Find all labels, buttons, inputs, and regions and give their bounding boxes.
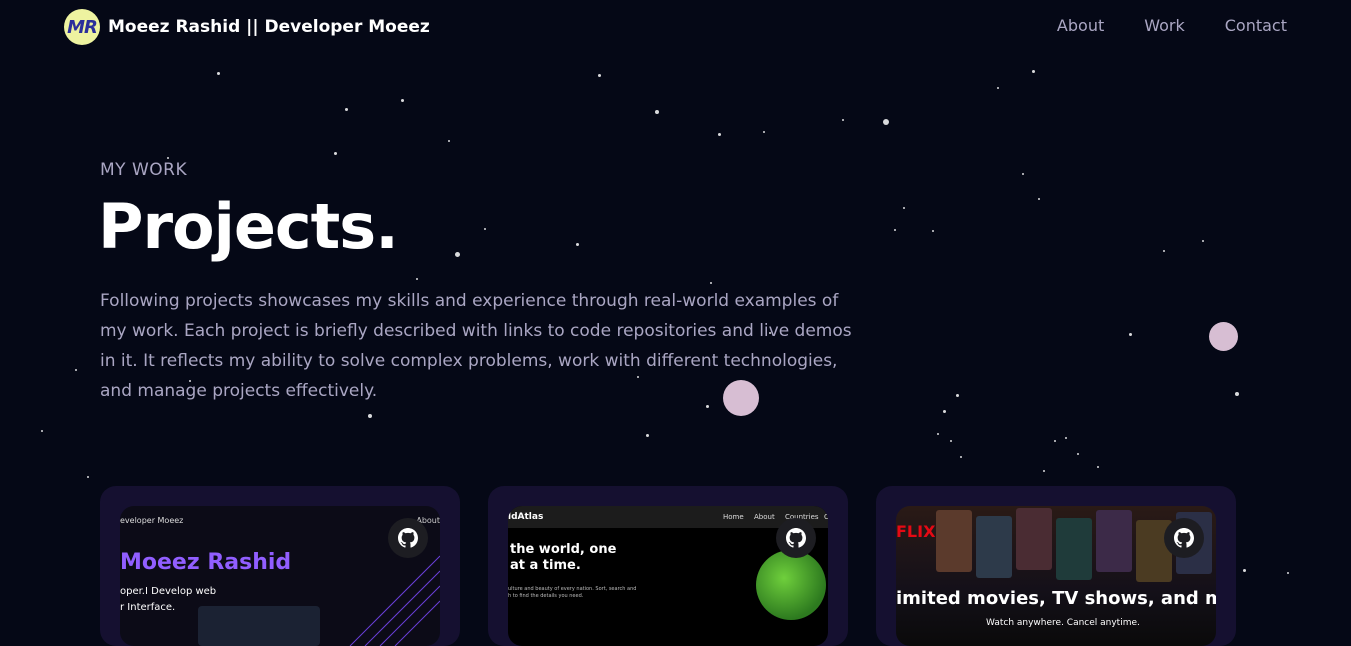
star-dot bbox=[842, 119, 844, 121]
section-title: Projects. bbox=[98, 190, 399, 263]
star-dot bbox=[75, 369, 77, 371]
section-kicker: MY WORK bbox=[100, 160, 188, 180]
preview-brand: ldAtlas bbox=[508, 512, 544, 522]
star-dot bbox=[960, 456, 962, 458]
star-dot bbox=[1054, 440, 1056, 442]
star-dot bbox=[1202, 240, 1204, 242]
preview-logo: FLIX bbox=[896, 522, 936, 541]
star-dot bbox=[763, 131, 765, 133]
nav-links: About Work Contact bbox=[1057, 16, 1287, 35]
star-dot bbox=[883, 119, 889, 125]
preview-subline: Watch anywhere. Cancel anytime. bbox=[986, 618, 1140, 628]
navbar: MR Moeez Rashid || Developer Moeez About… bbox=[0, 0, 1351, 56]
preview-poster-tile bbox=[976, 516, 1012, 578]
star-dot bbox=[1243, 569, 1246, 572]
star-dot bbox=[943, 410, 946, 413]
section-description: Following projects showcases my skills a… bbox=[100, 291, 852, 401]
brand-link[interactable]: MR Moeez Rashid || Developer Moeez bbox=[64, 9, 430, 45]
preview-menu-item: C bbox=[824, 513, 828, 521]
star-dot bbox=[655, 110, 659, 114]
project-preview-image: eveloper Moeez About Moeez Rashid oper.I… bbox=[120, 506, 440, 646]
star-dot bbox=[1129, 333, 1132, 336]
star-dot bbox=[997, 87, 999, 89]
star-dot bbox=[598, 74, 601, 77]
preview-headline: the world, one bbox=[510, 542, 617, 557]
github-icon bbox=[398, 528, 418, 548]
project-card[interactable]: FLIX imited movies, TV shows, and m Watc… bbox=[876, 486, 1236, 646]
nav-link-work[interactable]: Work bbox=[1144, 16, 1185, 35]
star-dot bbox=[217, 72, 220, 75]
github-icon bbox=[1174, 528, 1194, 548]
star-dot bbox=[416, 278, 418, 280]
github-link-button[interactable] bbox=[388, 518, 428, 558]
star-dot bbox=[345, 108, 348, 111]
star-dot bbox=[368, 414, 372, 418]
project-card[interactable]: eveloper Moeez About Moeez Rashid oper.I… bbox=[100, 486, 460, 646]
nav-link-contact[interactable]: Contact bbox=[1225, 16, 1287, 35]
star-dot bbox=[718, 133, 721, 136]
star-dot bbox=[1077, 453, 1079, 455]
preview-brand: eveloper Moeez bbox=[120, 516, 184, 525]
star-dot bbox=[1163, 250, 1165, 252]
project-preview-image: ldAtlas Home About Countries C the world… bbox=[508, 506, 828, 646]
project-card[interactable]: ldAtlas Home About Countries C the world… bbox=[488, 486, 848, 646]
preview-code-block bbox=[198, 606, 320, 646]
preview-menu-item: Home bbox=[723, 513, 744, 521]
preview-headline: at a time. bbox=[510, 558, 581, 573]
star-dot bbox=[950, 440, 952, 442]
preview-line: oper.I Develop web bbox=[120, 586, 217, 597]
star-dot bbox=[87, 476, 89, 478]
star-dot bbox=[932, 230, 934, 232]
preview-globe-graphic bbox=[756, 550, 826, 620]
star-dot bbox=[1032, 70, 1035, 73]
star-dot bbox=[1065, 437, 1067, 439]
star-dot bbox=[448, 140, 450, 142]
preview-headline: imited movies, TV shows, and m bbox=[896, 588, 1216, 609]
github-link-button[interactable] bbox=[776, 518, 816, 558]
star-dot bbox=[1097, 466, 1099, 468]
star-dot bbox=[1287, 572, 1289, 574]
preview-poster-tile bbox=[1096, 510, 1132, 572]
nav-link-about[interactable]: About bbox=[1057, 16, 1104, 35]
star-dot bbox=[903, 207, 905, 209]
github-icon bbox=[786, 528, 806, 548]
star-dot bbox=[956, 394, 959, 397]
star-dot bbox=[894, 229, 896, 231]
star-dot bbox=[710, 282, 712, 284]
preview-line: r Interface. bbox=[120, 602, 176, 613]
preview-poster-tile bbox=[1056, 518, 1092, 580]
star-dot bbox=[1235, 392, 1239, 396]
star-dot bbox=[1038, 198, 1040, 200]
star-dot bbox=[334, 152, 337, 155]
star-dot bbox=[1043, 470, 1045, 472]
brand-name: Moeez Rashid || Developer Moeez bbox=[108, 17, 430, 37]
star-dot bbox=[41, 430, 43, 432]
star-dot bbox=[167, 157, 169, 159]
preview-poster-tile bbox=[936, 510, 972, 572]
logo-icon: MR bbox=[64, 9, 100, 45]
preview-paragraph: ulture and beauty of every nation. Sort,… bbox=[508, 586, 637, 599]
preview-poster-tile bbox=[1016, 508, 1052, 570]
star-dot bbox=[576, 243, 579, 246]
star-dot bbox=[484, 228, 486, 230]
star-dot bbox=[455, 252, 460, 257]
star-dot bbox=[1022, 173, 1024, 175]
glow-orb bbox=[1209, 322, 1238, 351]
preview-menu-item: About bbox=[754, 513, 775, 521]
github-link-button[interactable] bbox=[1164, 518, 1204, 558]
star-dot bbox=[401, 99, 404, 102]
preview-wave-graphic bbox=[349, 555, 440, 646]
star-dot bbox=[646, 434, 649, 437]
project-preview-image: FLIX imited movies, TV shows, and m Watc… bbox=[896, 506, 1216, 646]
preview-name: Moeez Rashid bbox=[120, 550, 292, 575]
star-dot bbox=[937, 433, 939, 435]
